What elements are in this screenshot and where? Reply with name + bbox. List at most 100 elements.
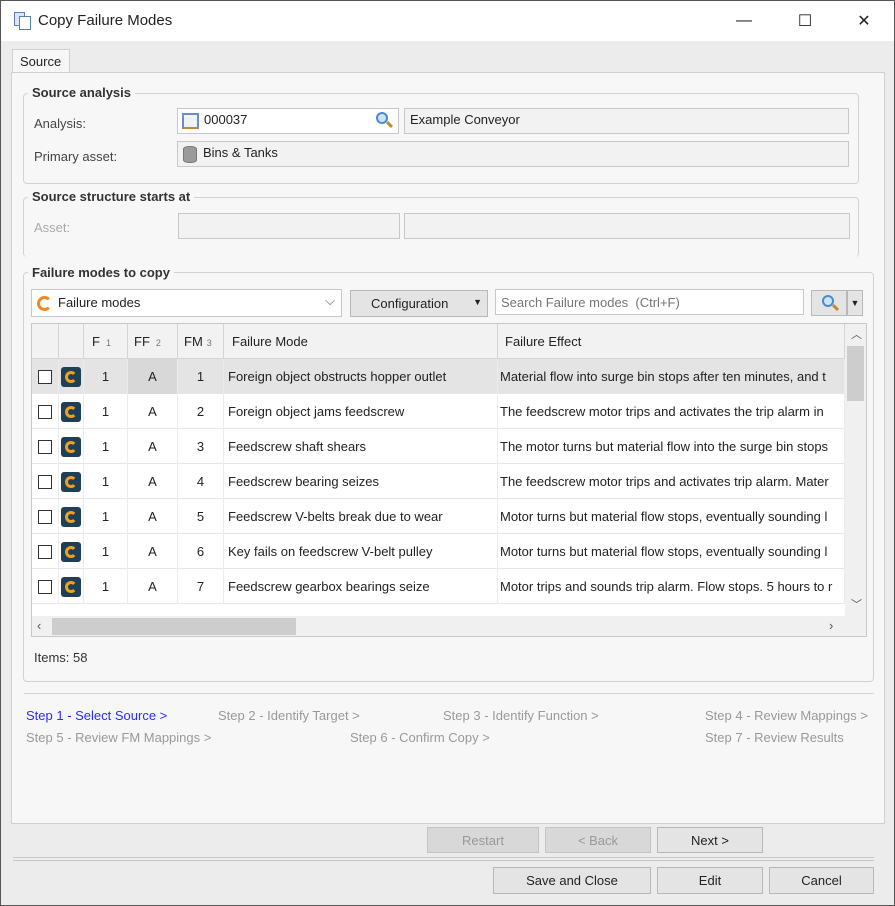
failure-mode-icon [61,436,81,457]
horizontal-scroll-thumb[interactable] [52,618,296,635]
column-header-fm[interactable]: FM 3 [178,324,224,359]
table-row[interactable]: 1 A 2 Foreign object jams feedscrew The … [32,394,845,429]
horizontal-scrollbar[interactable]: ‹ › [32,616,866,636]
minimize-button[interactable]: — [721,1,767,41]
cell-f: 1 [84,359,128,394]
maximize-button[interactable]: ☐ [782,1,828,41]
cell-f: 1 [84,394,128,429]
cell-failure-effect: The motor turns but material flow into t… [498,429,845,464]
cell-ff: A [128,569,178,604]
cell-failure-mode: Foreign object obstructs hopper outlet [224,359,498,394]
separator [13,857,874,861]
scroll-left-icon[interactable]: ‹ [37,618,41,633]
cell-ff: A [128,464,178,499]
step-3-link[interactable]: Step 3 - Identify Function > [443,708,599,723]
cell-failure-mode: Key fails on feedscrew V-belt pulley [224,534,498,569]
column-f-label: F [92,333,100,349]
source-analysis-group [23,93,859,184]
row-checkbox[interactable] [38,579,52,594]
row-icon-cell [59,394,84,429]
step-1-link[interactable]: Step 1 - Select Source > [26,708,167,723]
search-icon[interactable] [376,112,394,129]
column-header-failure-effect[interactable]: Failure Effect [498,324,845,359]
table-row[interactable]: 1 A 5 Feedscrew V-belts break due to wea… [32,499,845,534]
asset-label: Asset: [34,220,71,235]
cancel-button[interactable]: Cancel [769,867,874,894]
cell-failure-mode: Foreign object jams feedscrew [224,394,498,429]
sort-order: 1 [105,338,111,348]
edit-button[interactable]: Edit [657,867,763,894]
row-checkbox[interactable] [38,509,52,524]
search-input[interactable] [495,289,804,315]
analysis-id-field[interactable]: 000037 [177,108,399,134]
back-button[interactable]: < Back [545,827,651,853]
step-6-link[interactable]: Step 6 - Confirm Copy > [350,730,490,745]
row-checkbox[interactable] [38,404,52,419]
step-2-link[interactable]: Step 2 - Identify Target > [218,708,360,723]
next-button[interactable]: Next > [657,827,763,853]
column-header-ff[interactable]: FF 2 [128,324,178,359]
failure-modes-dropdown[interactable]: Failure modes ⌵ [31,289,342,317]
sort-order: 3 [206,338,212,348]
row-icon-cell [59,534,84,569]
column-header-icon[interactable] [59,324,84,359]
save-and-close-button[interactable]: Save and Close [493,867,651,894]
close-button[interactable]: ✕ [841,1,887,41]
scroll-up-icon[interactable]: ︿ [851,326,862,342]
title-bar: Copy Failure Modes — ☐ ✕ [1,1,894,41]
scroll-down-icon[interactable]: ﹀ [851,596,862,612]
step-5-link[interactable]: Step 5 - Review FM Mappings > [26,730,211,745]
row-checkbox[interactable] [38,474,52,489]
row-checkbox[interactable] [38,544,52,559]
failure-mode-icon [61,401,81,422]
column-fm-label: FM [184,333,203,349]
failure-modes-title: Failure modes to copy [28,265,174,280]
row-checkbox[interactable] [38,439,52,454]
chevron-down-icon: ⌵ [325,293,335,308]
asset-name-field [404,213,850,239]
cell-fm: 3 [178,429,224,464]
asset-id-field [178,213,400,239]
row-checkbox[interactable] [38,369,52,384]
step-7-link[interactable]: Step 7 - Review Results [705,730,844,745]
analysis-name-field: Example Conveyor [404,108,849,134]
column-header-failure-mode[interactable]: Failure Mode [224,324,498,359]
scroll-right-icon[interactable]: › [829,618,833,633]
column-header-f[interactable]: F1 [84,324,128,359]
configuration-button[interactable]: Configuration ▼ [350,290,488,317]
cell-fm: 6 [178,534,224,569]
sort-order: 2 [155,338,161,348]
dropdown-value: Failure modes [58,295,141,310]
search-button[interactable] [811,290,847,316]
failure-mode-icon [61,541,81,562]
primary-asset-value: Bins & Tanks [203,145,278,160]
dropdown-arrow-icon: ▼ [473,297,482,307]
tab-source[interactable]: Source [12,49,70,73]
table-row[interactable]: 1 A 4 Feedscrew bearing seizes The feeds… [32,464,845,499]
divider [24,693,874,695]
row-checkbox-cell [32,359,59,394]
vertical-scroll-thumb[interactable] [847,346,864,401]
vertical-scrollbar[interactable]: ︿ ﹀ [845,324,866,616]
column-header-select[interactable] [32,324,59,359]
items-count: Items: 58 [34,650,88,665]
cell-fm: 2 [178,394,224,429]
table-row[interactable]: 1 A 1 Foreign object obstructs hopper ou… [32,359,845,394]
table-row[interactable]: 1 A 3 Feedscrew shaft shears The motor t… [32,429,845,464]
table-row[interactable]: 1 A 7 Feedscrew gearbox bearings seize M… [32,569,845,604]
dialog-window: Copy Failure Modes — ☐ ✕ Source Source a… [0,0,895,906]
restart-button[interactable]: Restart [427,827,539,853]
failure-mode-icon [61,506,81,527]
cell-failure-effect: Motor turns but material flow stops, eve… [498,534,845,569]
row-checkbox-cell [32,464,59,499]
cell-f: 1 [84,429,128,464]
row-icon-cell [59,499,84,534]
cell-failure-effect: The feedscrew motor trips and activates … [498,464,845,499]
step-4-link[interactable]: Step 4 - Review Mappings > [705,708,868,723]
failure-mode-icon [37,296,52,311]
table-row[interactable]: 1 A 6 Key fails on feedscrew V-belt pull… [32,534,845,569]
cell-f: 1 [84,569,128,604]
row-icon-cell [59,429,84,464]
cell-fm: 5 [178,499,224,534]
search-options-dropdown[interactable]: ▼ [847,290,863,316]
